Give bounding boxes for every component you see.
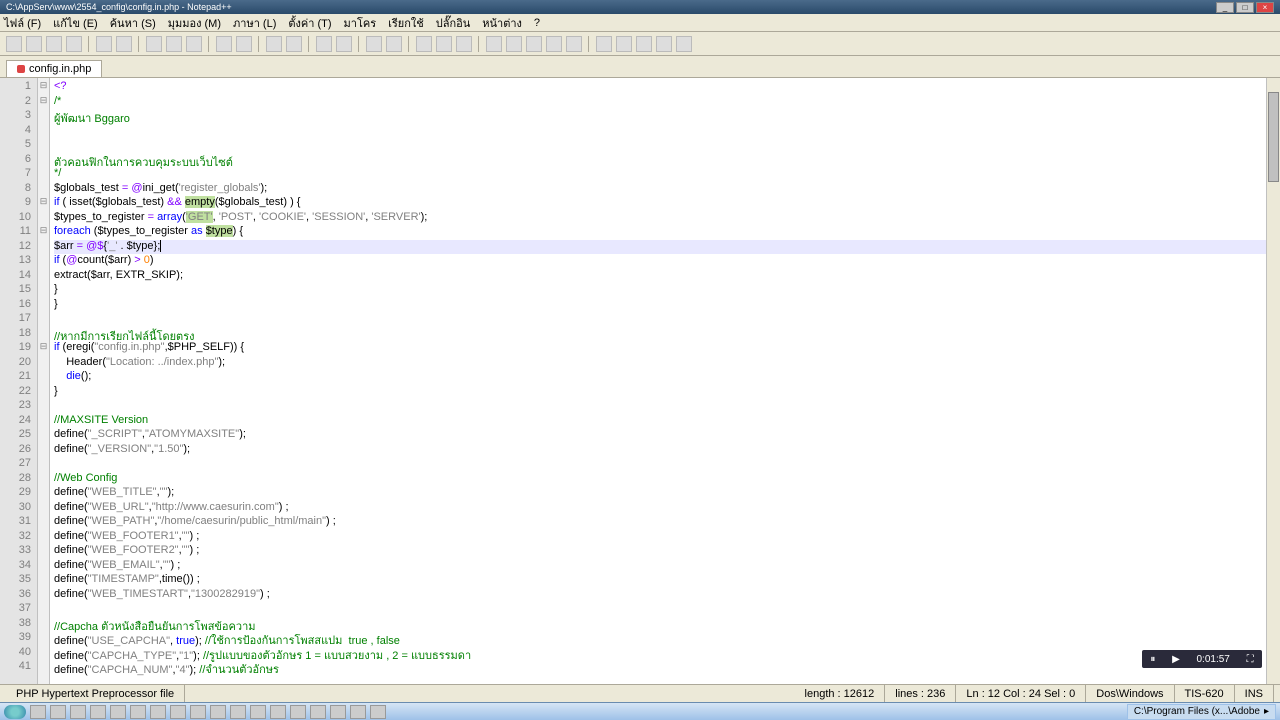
save-icon[interactable] (46, 36, 62, 52)
taskbar-app13-icon[interactable] (350, 705, 366, 719)
stop-macro-icon[interactable] (506, 36, 522, 52)
status-insert-mode: INS (1235, 685, 1274, 702)
redo-icon[interactable] (236, 36, 252, 52)
menu-item[interactable]: ปลั๊กอิน (436, 14, 471, 32)
menu-item[interactable]: แก้ไข (E) (53, 14, 98, 32)
menu-item[interactable]: ค้นหา (S) (110, 14, 156, 32)
toolbar (0, 32, 1280, 56)
code-area[interactable]: <?/*ผู้พัฒนา Bggaroตัวคอนฟิกในการควบคุมร… (50, 78, 1280, 690)
taskbar-app14-icon[interactable] (370, 705, 386, 719)
wordwrap-icon[interactable] (416, 36, 432, 52)
taskbar-app3-icon[interactable] (150, 705, 166, 719)
status-filetype: PHP Hypertext Preprocessor file (6, 685, 185, 702)
misc5-icon[interactable] (676, 36, 692, 52)
taskbar-app5-icon[interactable] (190, 705, 206, 719)
undo-icon[interactable] (216, 36, 232, 52)
scrollbar-thumb[interactable] (1268, 92, 1279, 182)
rec-time: 0:01:57 (1197, 654, 1230, 665)
taskbar-app7-icon[interactable] (230, 705, 246, 719)
recorder-overlay[interactable]: ⏸ ▶ 0:01:57 ⛶ (1142, 650, 1262, 668)
taskbar-app1-icon[interactable] (110, 705, 126, 719)
system-tray[interactable]: C:\Program Files (x...\Adobe ▸ (1127, 704, 1276, 720)
sync-v-icon[interactable] (366, 36, 382, 52)
zoom-out-icon[interactable] (336, 36, 352, 52)
play-multi-icon[interactable] (546, 36, 562, 52)
cut-icon[interactable] (146, 36, 162, 52)
maximize-button[interactable]: □ (1236, 2, 1254, 13)
vertical-scrollbar[interactable] (1266, 78, 1280, 690)
taskbar-ie-icon[interactable] (30, 705, 46, 719)
minimize-button[interactable]: _ (1216, 2, 1234, 13)
modified-dot-icon (17, 65, 25, 73)
menu-item[interactable]: เรียกใช้ (388, 14, 424, 32)
indent-guide-icon[interactable] (456, 36, 472, 52)
menu-item[interactable]: มุมมอง (M) (168, 14, 221, 32)
save-macro-icon[interactable] (566, 36, 582, 52)
taskbar-app6-icon[interactable] (210, 705, 226, 719)
taskbar-app8-icon[interactable] (250, 705, 266, 719)
taskbar-app9-icon[interactable] (270, 705, 286, 719)
menu-item[interactable]: ? (534, 17, 540, 29)
taskbar-app10-icon[interactable] (290, 705, 306, 719)
file-tab[interactable]: config.in.php (6, 60, 102, 77)
tray-arrow-icon[interactable]: ▸ (1264, 706, 1269, 717)
menu-item[interactable]: หน้าต่าง (482, 14, 522, 32)
start-button[interactable] (4, 705, 26, 719)
open-file-icon[interactable] (26, 36, 42, 52)
tab-label: config.in.php (29, 63, 91, 75)
taskbar-app4-icon[interactable] (170, 705, 186, 719)
record-macro-icon[interactable] (486, 36, 502, 52)
status-bar: PHP Hypertext Preprocessor file length :… (0, 684, 1280, 702)
taskbar-app12-icon[interactable] (330, 705, 346, 719)
status-position: Ln : 12 Col : 24 Sel : 0 (956, 685, 1086, 702)
taskbar-app11-icon[interactable] (310, 705, 326, 719)
allchars-icon[interactable] (436, 36, 452, 52)
rec-pause-icon[interactable]: ⏸ (1150, 654, 1155, 665)
windows-taskbar[interactable]: C:\Program Files (x...\Adobe ▸ (0, 702, 1280, 720)
taskbar-app2-icon[interactable] (130, 705, 146, 719)
menu-item[interactable]: ตั้งค่า (T) (288, 14, 331, 32)
menu-item[interactable]: ไฟล์ (F) (4, 14, 41, 32)
save-all-icon[interactable] (66, 36, 82, 52)
rec-play-icon[interactable]: ▶ (1172, 654, 1180, 665)
misc2-icon[interactable] (616, 36, 632, 52)
sync-h-icon[interactable] (386, 36, 402, 52)
menu-item[interactable]: มาโคร (344, 14, 377, 32)
code-editor[interactable]: 1234567891011121314151617181920212223242… (0, 78, 1280, 690)
menu-item[interactable]: ภาษา (L) (233, 14, 276, 32)
window-titlebar: C:\AppServ\www\2554_config\config.in.php… (0, 0, 1280, 14)
tab-bar: config.in.php (0, 56, 1280, 78)
print-icon[interactable] (116, 36, 132, 52)
taskbar-fb-icon[interactable] (50, 705, 66, 719)
misc3-icon[interactable] (636, 36, 652, 52)
close-file-icon[interactable] (96, 36, 112, 52)
status-length: length : 12612 (795, 685, 886, 702)
window-title: C:\AppServ\www\2554_config\config.in.php… (6, 2, 232, 12)
zoom-in-icon[interactable] (316, 36, 332, 52)
misc4-icon[interactable] (656, 36, 672, 52)
status-eol: Dos\Windows (1086, 685, 1174, 702)
fold-gutter[interactable]: ⊟⊟⊟⊟⊟ (38, 78, 50, 690)
menu-bar: ไฟล์ (F) แก้ไข (E) ค้นหา (S) มุมมอง (M) ภาษา… (0, 14, 1280, 32)
misc-icon[interactable] (596, 36, 612, 52)
taskbar-explorer-icon[interactable] (70, 705, 86, 719)
window-controls: _ □ × (1216, 2, 1274, 13)
status-lines: lines : 236 (885, 685, 956, 702)
line-number-gutter: 1234567891011121314151617181920212223242… (0, 78, 38, 690)
rec-expand-icon[interactable]: ⛶ (1247, 654, 1254, 665)
find-icon[interactable] (266, 36, 282, 52)
status-encoding: TIS-620 (1175, 685, 1235, 702)
close-button[interactable]: × (1256, 2, 1274, 13)
taskbar-twitter-icon[interactable] (90, 705, 106, 719)
tray-path: C:\Program Files (x...\Adobe (1134, 706, 1260, 717)
copy-icon[interactable] (166, 36, 182, 52)
new-file-icon[interactable] (6, 36, 22, 52)
paste-icon[interactable] (186, 36, 202, 52)
replace-icon[interactable] (286, 36, 302, 52)
play-macro-icon[interactable] (526, 36, 542, 52)
